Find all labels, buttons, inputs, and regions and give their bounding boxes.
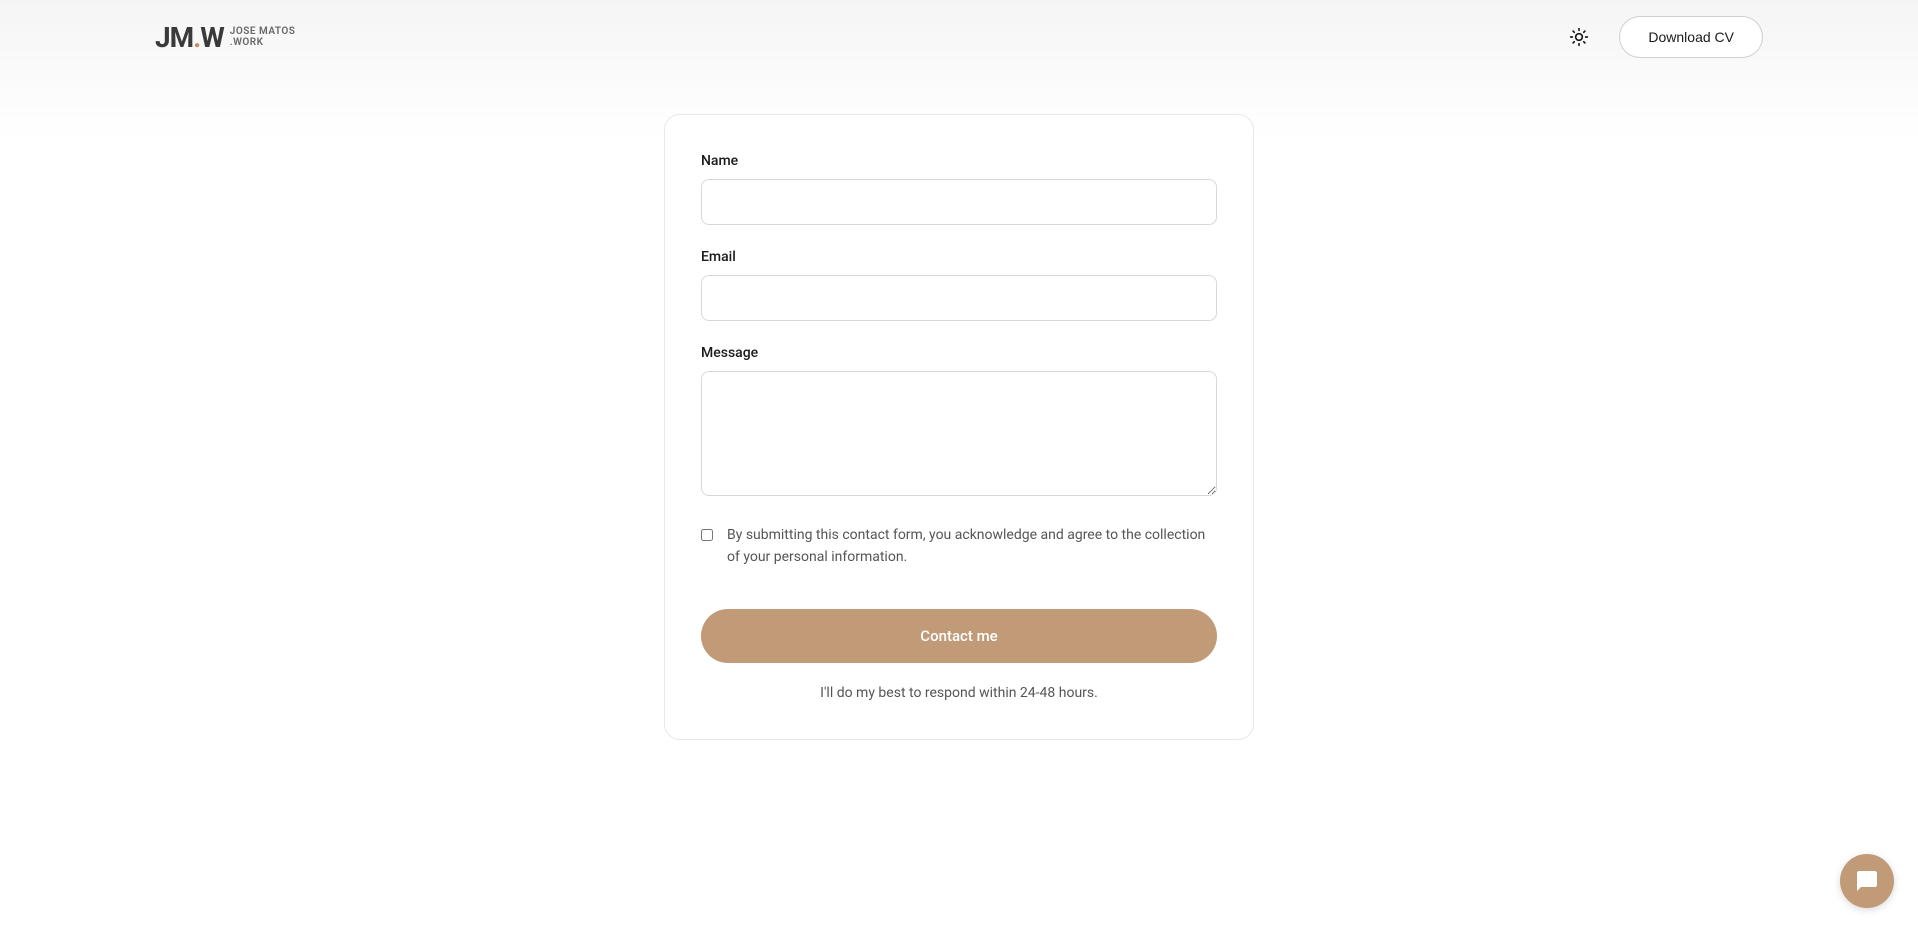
email-input[interactable] [701, 275, 1217, 321]
name-label: Name [701, 153, 1217, 169]
header-actions: Download CV [1559, 16, 1763, 58]
logo-mark: JM.W [155, 21, 224, 54]
logo-line2: .WORK [230, 37, 296, 48]
consent-text: By submitting this contact form, you ack… [727, 524, 1217, 569]
logo-line1: JOSE MATOS [230, 26, 296, 37]
response-note: I'll do my best to respond within 24-48 … [701, 685, 1217, 701]
logo[interactable]: JM.W JOSE MATOS .WORK [155, 22, 295, 52]
submit-button[interactable]: Contact me [701, 609, 1217, 663]
consent-row: By submitting this contact form, you ack… [701, 524, 1217, 569]
chat-bubble-icon [1855, 869, 1879, 893]
page-header: JM.W JOSE MATOS .WORK Download CV [0, 0, 1918, 74]
email-label: Email [701, 249, 1217, 265]
name-input[interactable] [701, 179, 1217, 225]
contact-form-card: Name Email Message By submitting this co… [664, 114, 1254, 740]
theme-toggle-button[interactable] [1559, 17, 1599, 57]
name-field-group: Name [701, 153, 1217, 225]
message-textarea[interactable] [701, 371, 1217, 496]
sun-icon [1569, 27, 1589, 47]
logo-text: JOSE MATOS .WORK [230, 26, 296, 48]
message-label: Message [701, 345, 1217, 361]
main-content: Name Email Message By submitting this co… [0, 74, 1918, 740]
chat-widget-button[interactable] [1840, 854, 1894, 908]
message-field-group: Message [701, 345, 1217, 500]
download-cv-button[interactable]: Download CV [1619, 16, 1763, 58]
email-field-group: Email [701, 249, 1217, 321]
consent-checkbox[interactable] [701, 529, 713, 541]
